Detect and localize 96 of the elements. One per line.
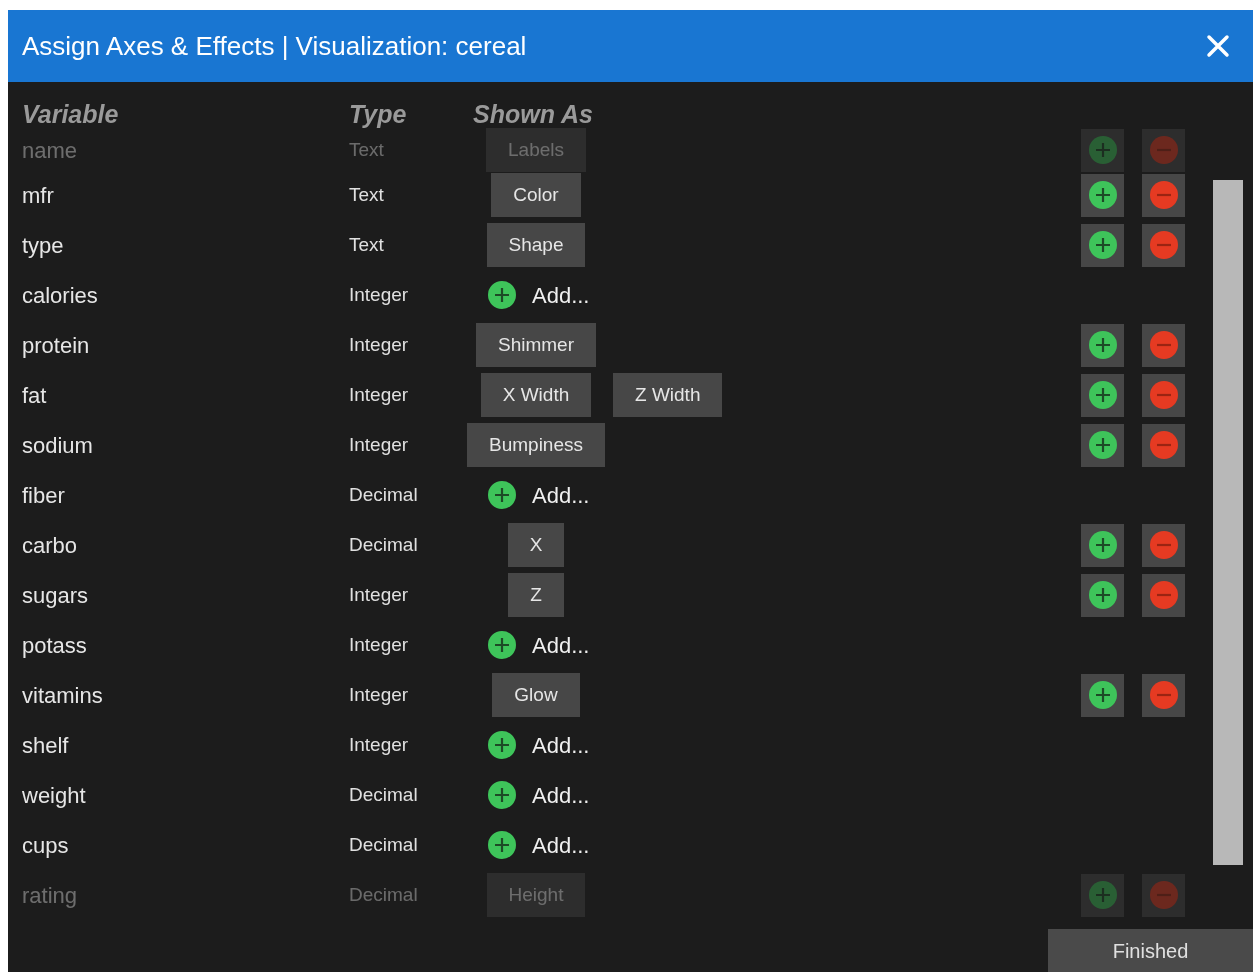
add-button[interactable]: Add... [487, 828, 590, 862]
plus-icon [487, 830, 517, 860]
variable-name: weight [21, 781, 87, 810]
add-button[interactable]: Add... [487, 278, 590, 312]
remove-button[interactable] [1142, 523, 1185, 567]
variable-name: fiber [21, 481, 66, 510]
variable-name: calories [21, 281, 99, 310]
remove-button[interactable] [1142, 323, 1185, 367]
column-header: Shown As [473, 99, 593, 131]
remove-button[interactable] [1142, 673, 1185, 717]
effect-button[interactable]: Shimmer [476, 323, 596, 367]
variable-type: Decimal [349, 782, 419, 807]
variable-type: Decimal [349, 482, 419, 507]
column-header: Variable [21, 99, 120, 131]
variable-type: Text [349, 137, 385, 162]
effect-button[interactable]: Bumpiness [467, 423, 605, 467]
plus-icon [487, 480, 517, 510]
increase-button[interactable] [1081, 423, 1124, 467]
increase-button[interactable] [1081, 373, 1124, 417]
minus-icon [1148, 530, 1179, 560]
variable-name: potass [21, 631, 88, 660]
variable-type: Integer [349, 332, 410, 357]
variable-type: Text [349, 232, 385, 257]
variable-name: shelf [21, 731, 70, 760]
minus-icon [1148, 680, 1179, 710]
variable-type: Integer [349, 432, 410, 457]
plus-icon [1087, 580, 1118, 610]
effect-button[interactable]: Shape [486, 223, 586, 267]
remove-button[interactable] [1142, 423, 1185, 467]
add-button[interactable]: Add... [487, 778, 590, 812]
variable-type: Decimal [349, 832, 419, 857]
effect-button[interactable]: Color [491, 173, 581, 217]
add-button[interactable]: Add... [487, 478, 590, 512]
variable-name: mfr [21, 181, 55, 210]
remove-button[interactable] [1142, 173, 1185, 217]
plus-icon [1087, 430, 1118, 460]
plus-icon [487, 730, 517, 760]
column-header: Type [349, 99, 408, 131]
increase-button[interactable] [1081, 173, 1124, 217]
minus-icon [1148, 135, 1179, 165]
variable-type: Decimal [349, 532, 419, 557]
variable-name: sodium [21, 431, 94, 460]
variable-name: vitamins [21, 681, 104, 710]
plus-icon [1087, 230, 1118, 260]
finished-button[interactable]: Finished [1048, 929, 1253, 972]
effect-button[interactable]: Z Width [613, 373, 723, 417]
increase-button[interactable] [1081, 523, 1124, 567]
variable-type: Decimal [349, 882, 419, 907]
variable-type: Integer [349, 582, 410, 607]
variable-name: sugars [21, 581, 90, 610]
variable-type: Integer [349, 382, 410, 407]
plus-icon [487, 280, 517, 310]
increase-button[interactable] [1081, 573, 1124, 617]
variable-name: rating [21, 881, 79, 910]
variable-name: type [21, 231, 65, 260]
variable-name: fat [21, 381, 48, 410]
plus-icon [1087, 530, 1118, 560]
effect-button[interactable]: X Width [480, 373, 592, 417]
effect-button[interactable]: X [507, 523, 565, 567]
variable-type: Integer [349, 682, 410, 707]
plus-icon [1087, 180, 1118, 210]
minus-icon [1148, 430, 1179, 460]
minus-icon [1148, 180, 1179, 210]
variable-name: protein [21, 331, 91, 360]
effect-button[interactable]: Glow [492, 673, 580, 717]
minus-icon [1148, 580, 1179, 610]
remove-button[interactable] [1142, 573, 1185, 617]
close-icon [1206, 34, 1230, 58]
plus-icon [1087, 330, 1118, 360]
plus-icon [1087, 880, 1118, 910]
variable-name: cups [21, 831, 70, 860]
variable-name: carbo [21, 531, 79, 560]
increase-button[interactable] [1081, 323, 1124, 367]
effect-button[interactable]: Z [508, 573, 564, 617]
variable-type: Integer [349, 632, 410, 657]
minus-icon [1148, 880, 1179, 910]
plus-icon [1087, 680, 1118, 710]
add-button[interactable]: Add... [487, 628, 590, 662]
increase-button[interactable] [1081, 673, 1124, 717]
minus-icon [1148, 330, 1179, 360]
plus-icon [1087, 135, 1118, 165]
minus-icon [1148, 230, 1179, 260]
variable-type: Integer [349, 282, 410, 307]
remove-button[interactable] [1142, 373, 1185, 417]
increase-button[interactable] [1081, 223, 1124, 267]
window-title: Assign Axes & Effects | Visualization: cereal [22, 29, 528, 63]
plus-icon [1087, 380, 1118, 410]
add-button[interactable]: Add... [487, 728, 590, 762]
variable-name: name [21, 136, 79, 165]
plus-icon [487, 630, 517, 660]
variable-type: Text [349, 182, 385, 207]
variable-type: Integer [349, 732, 410, 757]
scrollbar-thumb[interactable] [1213, 180, 1243, 865]
remove-button[interactable] [1142, 223, 1185, 267]
plus-icon [487, 780, 517, 810]
minus-icon [1148, 380, 1179, 410]
